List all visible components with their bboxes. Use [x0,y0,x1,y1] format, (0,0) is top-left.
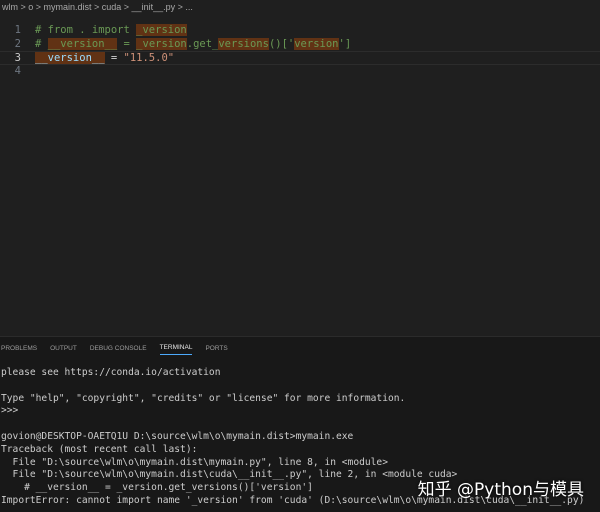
terminal-line: please see https://conda.io/activation [1,367,221,378]
code-token: = [104,52,124,65]
terminal-line: govion@DESKTOP-OAETQ1U D:\source\wlm\o\m… [1,430,354,442]
code-token: _version [136,24,187,36]
watermark: 知乎 @Python与模具 [417,480,584,500]
terminal-line: Type "help", "copyright", "credits" or "… [1,392,406,404]
code-token: # from . import [35,24,137,36]
terminal-line: >>> [1,405,19,417]
line-number: 3 [14,52,21,65]
tab-debug-console[interactable]: DEBUG CONSOLE [90,342,147,355]
code-line[interactable]: 3 __version__ = "11.5.0" [0,51,600,66]
bottom-panel: PROBLEMS OUTPUT DEBUG CONSOLE TERMINAL PORTS… [0,336,600,512]
code-token: version [294,37,339,50]
code-token: # [35,37,48,50]
line-number: 4 [14,65,21,78]
code-text: # from . import _version [35,24,187,38]
code-token: __version__ [47,37,118,50]
tab-ports[interactable]: PORTS [205,342,227,355]
code-text: # __version__ = _version.get_versions()[… [35,37,352,52]
code-editor[interactable]: 1 # from . import _version 2 # __version__ … [0,24,600,79]
code-token: _version [136,37,187,50]
tab-output[interactable]: OUTPUT [50,342,77,355]
line-number: 1 [14,24,21,36]
tab-terminal[interactable]: TERMINAL [159,341,193,355]
code-token: .get_ [186,37,219,50]
tab-problems[interactable]: PROBLEMS [1,342,37,355]
code-token: "11.5.0" [123,52,175,65]
code-token: versions [218,37,269,50]
code-token: = [117,37,137,50]
panel-tabs: PROBLEMS OUTPUT DEBUG CONSOLE TERMINAL PORTS [0,337,600,359]
code-text: __version__ = "11.5.0" [35,52,174,66]
code-token: __version__ [35,52,105,65]
terminal-line: Traceback (most recent call last): [1,443,198,455]
code-line[interactable]: 2 # __version__ = _version.get_versions()… [0,37,600,52]
code-line[interactable]: 1 # from . import _version [0,24,600,38]
breadcrumb[interactable]: wlm > o > mymain.dist > cuda > __init__.… [2,1,193,13]
code-token: ()[' [268,37,295,50]
code-token: '] [338,37,352,50]
code-line[interactable]: 4 [0,65,600,79]
terminal-line: File "D:\source\wlm\o\mymain.dist\mymain… [1,456,388,468]
line-number: 2 [14,37,21,50]
